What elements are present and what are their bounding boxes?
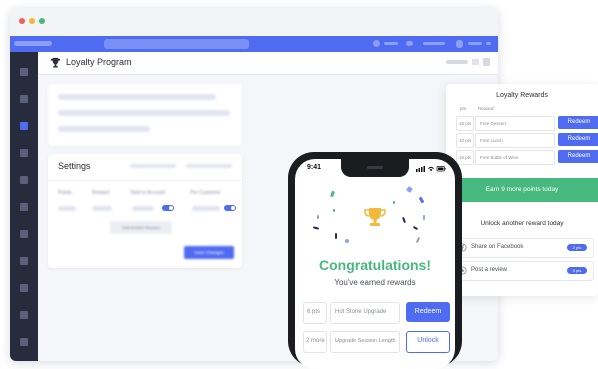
confetti (406, 186, 413, 193)
brand-placeholder (14, 41, 52, 46)
post-review-item[interactable]: Post a review 5 pts (452, 261, 594, 281)
window-titlebar (10, 8, 498, 36)
phone-notch (341, 159, 409, 177)
reward-name: Upgrade Session Length (330, 331, 400, 353)
unlock-title: Unlock another reward today (480, 220, 564, 227)
trophy-icon (50, 57, 61, 68)
confetti (312, 226, 320, 230)
minimize-window-button[interactable] (29, 18, 35, 24)
close-window-button[interactable] (19, 18, 25, 24)
save-changes-button[interactable]: Save Changes (184, 246, 234, 259)
sidebar-item-loyalty[interactable] (20, 122, 28, 130)
total-toggle[interactable] (162, 205, 174, 211)
nav-link[interactable] (384, 42, 398, 45)
panel-title: Loyalty Rewards (496, 92, 548, 99)
column-points: Points (58, 190, 72, 196)
congrats-subheading: You've earned rewards (334, 278, 416, 287)
post-review-label: Post a review (471, 267, 508, 273)
row-pts: 16 pts (456, 150, 474, 165)
nav-link[interactable] (423, 42, 445, 45)
col-reward-header: Reward (478, 106, 494, 111)
earn-points-banner[interactable]: Earn 9 more points today (446, 178, 598, 202)
page-title: Loyalty Program (66, 57, 132, 67)
settings-title: Settings (58, 161, 91, 171)
top-navigation-bar (10, 36, 498, 52)
confetti (345, 239, 349, 243)
sidebar-item-7[interactable] (20, 230, 28, 238)
sidebar-item-4[interactable] (20, 149, 28, 157)
row-reward-name: Free Bottle of Wine (475, 150, 555, 165)
share-facebook-item[interactable]: Share on Facebook 2 pts (452, 238, 594, 258)
sidebar-item-9[interactable] (20, 284, 28, 292)
redeem-button[interactable]: Redeem (558, 133, 598, 146)
confetti (412, 225, 419, 231)
sidebar-item-5[interactable] (20, 176, 28, 184)
list-view-icon[interactable] (472, 59, 479, 65)
confetti (333, 209, 335, 212)
confetti (415, 236, 421, 244)
row-reward-name: Free Dessert (475, 116, 555, 131)
confetti (423, 215, 425, 220)
add-reward-button[interactable]: Add Another Reward (110, 221, 172, 234)
sidebar-item-8[interactable] (20, 257, 28, 265)
unlock-button[interactable]: Unlock (406, 331, 450, 353)
confetti (402, 216, 406, 224)
sidebar-item-6[interactable] (20, 203, 28, 211)
help-icon[interactable] (373, 40, 380, 47)
confetti (418, 196, 425, 204)
loyalty-rewards-panel: Loyalty Rewards pts Reward 16 pts Free D… (446, 84, 598, 296)
confetti (330, 190, 335, 198)
redeem-button[interactable]: Redeem (406, 302, 450, 322)
reward-name: Hot Stone Upgrade (330, 302, 400, 324)
points-badge: 2 pts (567, 244, 587, 251)
row-pts: 16 pts (456, 116, 474, 131)
sidebar-item-10[interactable] (20, 311, 28, 319)
column-total: Total in Account (130, 190, 166, 196)
sidebar-item-11[interactable] (20, 338, 28, 346)
user-menu-label[interactable] (468, 42, 482, 45)
reward-points: 2 more (303, 331, 327, 353)
header-action[interactable] (446, 60, 468, 64)
confetti (317, 215, 319, 219)
confetti (393, 201, 395, 204)
page-header: Loyalty Program (38, 52, 498, 75)
user-avatar-icon[interactable] (456, 40, 463, 48)
sidebar (10, 52, 38, 361)
row-pts: 10 pts (456, 133, 474, 148)
reward-points: 6 pts (303, 302, 327, 324)
mail-icon[interactable] (406, 41, 413, 46)
document-icon[interactable] (483, 58, 490, 66)
maximize-window-button[interactable] (39, 18, 45, 24)
congrats-heading: Congratulations! (319, 257, 431, 273)
row-reward-name: Free Lunch (475, 133, 555, 148)
points-badge: 5 pts (567, 267, 587, 274)
chevron-down-icon[interactable] (486, 42, 491, 45)
sidebar-item-2[interactable] (20, 95, 28, 103)
confetti (335, 233, 337, 239)
share-facebook-label: Share on Facebook (471, 244, 524, 250)
summary-card (48, 84, 242, 146)
phone-screen: 9:41 Congratulations! You've earned rewa… (295, 159, 455, 369)
status-icons (416, 166, 446, 172)
phone-mockup: 9:41 Congratulations! You've earned rewa… (288, 152, 462, 369)
trophy-icon (364, 208, 386, 226)
search-bar[interactable] (104, 39, 249, 49)
status-time: 9:41 (307, 164, 322, 171)
column-per-customer: Per Customer (190, 190, 221, 196)
redeem-button[interactable]: Redeem (558, 116, 598, 129)
column-reward: Reward (92, 190, 110, 196)
col-pts-header: pts (460, 106, 467, 111)
per-customer-toggle[interactable] (224, 205, 236, 211)
redeem-button[interactable]: Redeem (558, 150, 598, 163)
sidebar-item-1[interactable] (20, 68, 28, 76)
settings-card: Settings Points Reward Total in Account … (48, 154, 242, 268)
